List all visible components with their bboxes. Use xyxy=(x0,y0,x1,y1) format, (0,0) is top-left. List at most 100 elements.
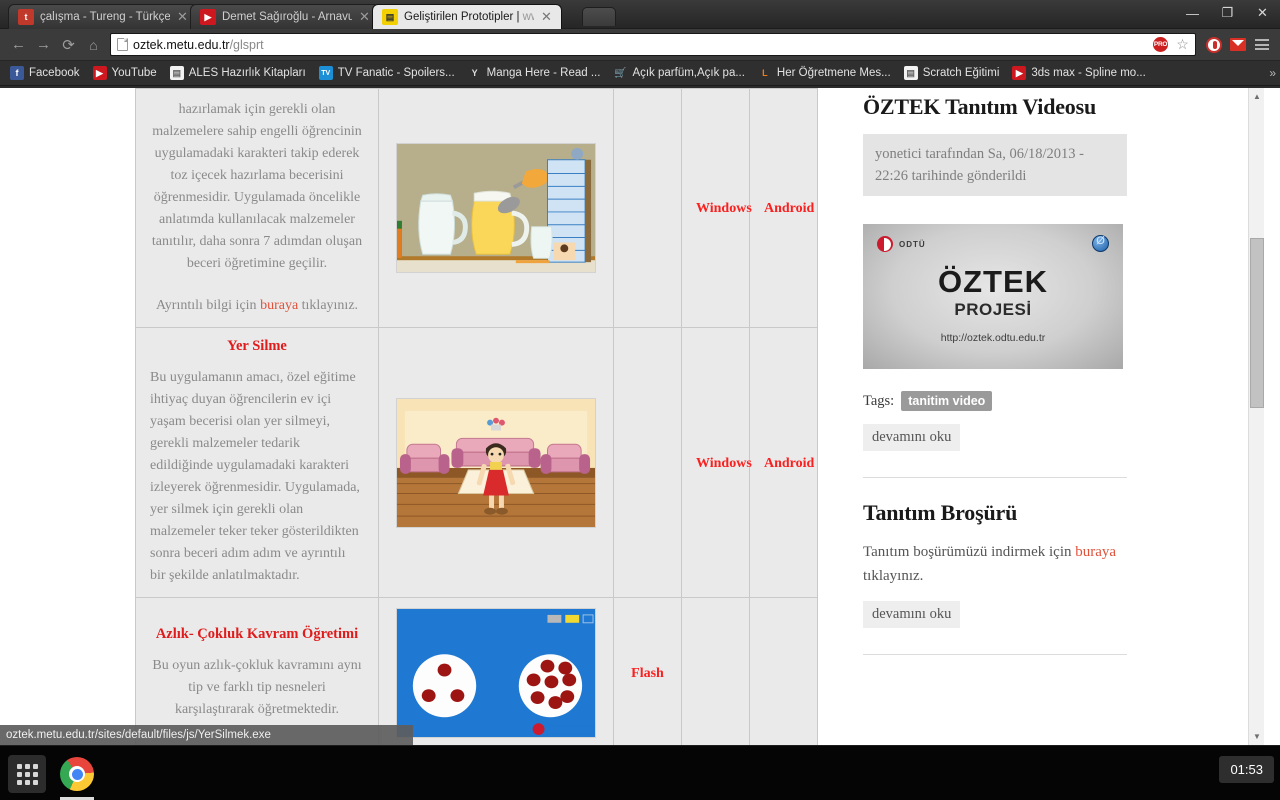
odtu-logo-icon: ODTÜ xyxy=(877,236,926,252)
status-bubble: oztek.metu.edu.tr/sites/default/files/js… xyxy=(0,725,413,745)
tureng-icon: t xyxy=(18,9,34,25)
bookmark-her-ogretmene-mesaj[interactable]: L Her Öğretmene Mes... xyxy=(752,64,897,82)
gmail-icon[interactable] xyxy=(1226,32,1250,57)
tags-label: Tags: xyxy=(863,392,895,409)
tab-close-icon[interactable]: ✕ xyxy=(176,10,189,24)
bookmark-mangahere[interactable]: Y Manga Here - Read ... xyxy=(462,64,607,82)
new-tab-button[interactable] xyxy=(582,7,616,26)
submitted-meta: yonetici tarafından Sa, 06/18/2013 - 22:… xyxy=(863,134,1127,196)
youtube-icon: ▶ xyxy=(200,9,216,25)
adblock-icon[interactable] xyxy=(1202,32,1226,57)
row-platform-flash-cell xyxy=(613,327,682,598)
tab-close-icon[interactable]: ✕ xyxy=(358,10,371,24)
detail-link[interactable]: buraya xyxy=(260,298,298,313)
row-description-text: Bu uygulamanın amacı, özel eğitime ihtiy… xyxy=(150,370,360,583)
yer-silme-screenshot[interactable] xyxy=(396,397,596,528)
video-url: http://oztek.odtu.edu.tr xyxy=(940,332,1046,344)
youtube-icon: ▶ xyxy=(92,66,107,80)
bookmark-youtube[interactable]: ▶ YouTube xyxy=(87,64,163,82)
web-page: hazırlamak için gerekli olan malzemelere… xyxy=(0,88,1264,745)
bookmark-ales[interactable]: ▤ ALES Hazırlık Kitapları xyxy=(164,64,312,82)
sidebar-heading: Tanıtım Broşürü xyxy=(863,500,1018,525)
detail-suffix: tıklayınız. xyxy=(298,298,359,313)
facebook-icon: f xyxy=(10,66,24,80)
row-platform-windows-cell: Windows xyxy=(681,88,752,328)
reload-button[interactable]: ⟳ xyxy=(56,32,81,57)
body-link[interactable]: buraya xyxy=(1075,544,1116,560)
sidebar-divider xyxy=(863,477,1127,478)
window-controls: — ❐ ✕ xyxy=(1175,0,1280,29)
scrollbar-thumb[interactable] xyxy=(1250,238,1264,408)
browser-window: t çalışma - Tureng - Türkçe ✕ ▶ Demet Sa… xyxy=(0,0,1280,745)
bookmark-3dsmax[interactable]: ▶ 3ds max - Spline mo... xyxy=(1006,64,1151,82)
close-button[interactable]: ✕ xyxy=(1245,0,1280,26)
bookmark-label: Açık parfüm,Açık pa... xyxy=(632,67,745,79)
sidebar-block-tanitim-brosuru: Tanıtım Broşürü Tanıtım boşürümüzü indir… xyxy=(863,500,1127,655)
table-row: Azlık- Çokluk Kavram Öğretimi Bu oyun az… xyxy=(135,597,818,745)
table-row: Yer Silme Bu uygulamanın amacı, özel eği… xyxy=(135,327,818,598)
scroll-up-icon[interactable]: ▲ xyxy=(1249,88,1265,105)
read-more-button[interactable]: devamını oku xyxy=(863,424,961,451)
bookmark-label: YouTube xyxy=(111,67,157,79)
app-launcher-icon[interactable] xyxy=(8,755,46,793)
taskbar-clock[interactable]: 01:53 xyxy=(1219,756,1274,783)
url-path: /glsprt xyxy=(229,37,264,52)
tab-gelistirilen-prototipler[interactable]: ▤ Geliştirilen Prototipler | ww ✕ xyxy=(372,4,562,29)
bookmark-star-icon[interactable]: ☆ xyxy=(1174,36,1191,53)
sidebar-block-tanitim-videosu: ÖZTEK Tanıtım Videosu yonetici tarafında… xyxy=(863,94,1127,478)
site-icon: ▤ xyxy=(382,9,398,25)
pro-extension-icon[interactable]: PRO xyxy=(1152,36,1169,53)
browser-titlebar: t çalışma - Tureng - Türkçe ✕ ▶ Demet Sa… xyxy=(0,0,1280,29)
sidebar-body-text: Tanıtım boşürümüzü indirmek için buraya … xyxy=(863,540,1127,588)
home-button[interactable]: ⌂ xyxy=(81,32,106,57)
forward-button[interactable]: → xyxy=(31,32,56,57)
page-info-icon[interactable] xyxy=(117,38,128,51)
bookmarks-bar: f Facebook ▶ YouTube ▤ ALES Hazırlık Kit… xyxy=(0,61,1280,86)
bookmark-acik-parfum[interactable]: 🛒 Açık parfüm,Açık pa... xyxy=(607,64,750,82)
tab-close-icon[interactable]: ✕ xyxy=(540,10,553,24)
tag-chip[interactable]: tanitim video xyxy=(901,391,993,411)
browser-toolbar: ← → ⟳ ⌂ oztek.metu.edu.tr/glsprt PRO ☆ xyxy=(0,29,1280,61)
row-image-cell xyxy=(378,327,614,598)
bookmark-label: Scratch Eğitimi xyxy=(922,67,1000,79)
scroll-down-icon[interactable]: ▼ xyxy=(1249,728,1265,745)
tab-title: Geliştirilen Prototipler | ww xyxy=(404,11,534,23)
row-platform-android-cell: Android xyxy=(749,327,818,598)
screen: t çalışma - Tureng - Türkçe ✕ ▶ Demet Sa… xyxy=(0,0,1280,800)
row-description-cell: Azlık- Çokluk Kavram Öğretimi Bu oyun az… xyxy=(135,597,379,745)
url-text: oztek.metu.edu.tr/glsprt xyxy=(133,38,1147,52)
azlik-cokluk-screenshot[interactable] xyxy=(396,608,596,738)
tab-title: Demet Sağıroğlu - Arnavu xyxy=(222,11,352,23)
page-scrollbar[interactable]: ▲ ▼ xyxy=(1248,88,1264,745)
minimize-button[interactable]: — xyxy=(1175,0,1210,26)
platform-label: Windows xyxy=(696,201,752,216)
maximize-button[interactable]: ❐ xyxy=(1210,0,1245,26)
read-more-button[interactable]: devamını oku xyxy=(863,601,961,628)
back-button[interactable]: ← xyxy=(6,32,31,57)
bookmark-label: Manga Here - Read ... xyxy=(486,67,601,79)
bookmark-tvfanatic[interactable]: TV TV Fanatic - Spoilers... xyxy=(313,64,461,82)
bookmark-label: ALES Hazırlık Kitapları xyxy=(188,67,306,79)
tags-row: Tags: tanitim video xyxy=(863,391,1127,411)
bookmarks-overflow-icon[interactable]: » xyxy=(1269,66,1276,80)
address-bar[interactable]: oztek.metu.edu.tr/glsprt PRO ☆ xyxy=(110,33,1196,56)
platform-label: Android xyxy=(764,201,815,216)
tab-tureng[interactable]: t çalışma - Tureng - Türkçe ✕ xyxy=(8,4,198,29)
bookmark-facebook[interactable]: f Facebook xyxy=(4,64,86,82)
toz-icecek-hazirlama-screenshot[interactable] xyxy=(396,143,596,273)
video-corner-badge-icon xyxy=(1092,235,1109,252)
youtube-icon: ▶ xyxy=(1012,66,1027,80)
video-thumbnail[interactable]: ODTÜ ÖZTEK PROJESİ http://oztek.odtu.edu… xyxy=(863,224,1123,369)
tab-youtube-demet[interactable]: ▶ Demet Sağıroğlu - Arnavu ✕ xyxy=(190,4,380,29)
chrome-taskbar-icon[interactable] xyxy=(58,755,96,793)
row-platform-windows-cell xyxy=(681,597,750,745)
bookmark-scratch-egitimi[interactable]: ▤ Scratch Eğitimi xyxy=(898,64,1006,82)
row-platform-android-cell: Android xyxy=(749,88,818,328)
video-title: ÖZTEK xyxy=(937,264,1049,299)
tab-title: çalışma - Tureng - Türkçe xyxy=(40,11,170,23)
chrome-menu-icon[interactable] xyxy=(1250,32,1274,57)
platform-label: Flash xyxy=(631,666,664,681)
row-image-cell xyxy=(378,88,614,328)
row-description-cell: hazırlamak için gerekli olan malzemelere… xyxy=(135,88,379,328)
row-platform-flash-cell xyxy=(613,88,682,328)
